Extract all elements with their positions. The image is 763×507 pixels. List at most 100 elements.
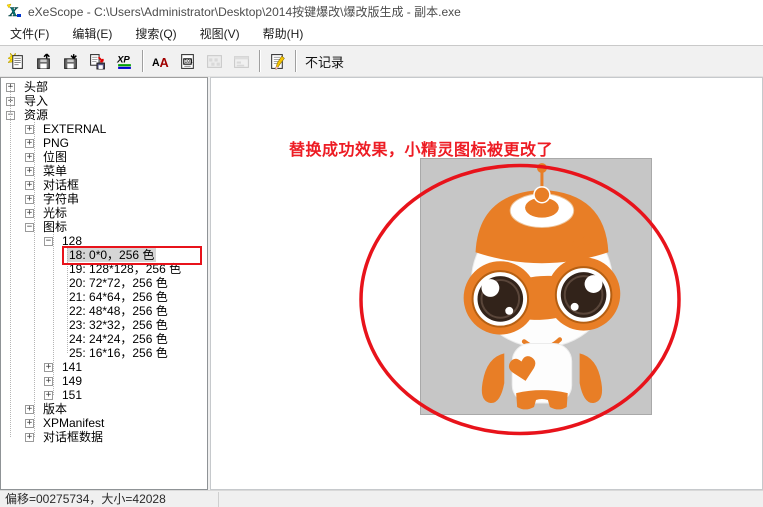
bitmap-view-icon: [203, 50, 225, 72]
tree-item-label[interactable]: 图标: [41, 220, 69, 234]
tree-line: [34, 122, 35, 437]
svg-text:X: X: [8, 4, 18, 19]
toolbar-separator: [295, 50, 297, 72]
annotation-text: 替换成功效果，小精灵图标被更改了: [289, 136, 553, 160]
title-bar: X eXeScope - C:\Users\Administrator\Desk…: [0, 0, 763, 22]
tree-row[interactable]: + EXTERNAL: [1, 122, 207, 136]
menu-item-0[interactable]: 文件(F): [6, 23, 53, 44]
tree-row[interactable]: 25: 16*16，256 色: [1, 346, 207, 360]
tree-row[interactable]: 21: 64*64，256 色: [1, 290, 207, 304]
tree-row[interactable]: +头部: [1, 80, 207, 94]
tree-item-label[interactable]: XPManifest: [41, 416, 106, 430]
tree-row[interactable]: +151: [1, 388, 207, 402]
tree-item-label[interactable]: 光标: [41, 206, 69, 220]
tree-item-label[interactable]: 23: 32*32，256 色: [67, 318, 170, 332]
binary-view-icon[interactable]: 101: [176, 50, 198, 72]
status-divider: [218, 492, 219, 507]
tree-item-label[interactable]: PNG: [41, 136, 71, 150]
exescope-window: X eXeScope - C:\Users\Administrator\Desk…: [0, 0, 763, 507]
expand-plus-icon[interactable]: +: [25, 153, 34, 162]
tree-item-label[interactable]: 25: 16*16，256 色: [67, 346, 170, 360]
expand-plus-icon[interactable]: +: [25, 195, 34, 204]
tree-item-label[interactable]: 149: [60, 374, 84, 388]
resource-tree-panel: +头部+导入−资源+EXTERNAL+PNG+位图+菜单+对话框+字符串+光标−…: [0, 77, 208, 490]
expand-plus-icon[interactable]: +: [25, 433, 34, 442]
tree-item-label[interactable]: 资源: [22, 108, 50, 122]
offset-size-status: 偏移=00275734，大小=42028: [5, 491, 166, 507]
tree-row[interactable]: + 版本: [1, 402, 207, 416]
tree-item-label[interactable]: 141: [60, 360, 84, 374]
tree-row[interactable]: + XPManifest: [1, 416, 207, 430]
expand-plus-icon[interactable]: +: [25, 181, 34, 190]
collapse-minus-icon[interactable]: −: [25, 223, 34, 232]
tree-line: [10, 87, 11, 437]
menu-item-3[interactable]: 视图(V): [196, 23, 244, 44]
expand-plus-icon[interactable]: +: [25, 405, 34, 414]
import-resource-icon[interactable]: [59, 50, 81, 72]
tree-row[interactable]: + 对话框数据: [1, 430, 207, 444]
tree-row[interactable]: 20: 72*72，256 色: [1, 276, 207, 290]
tree-item-label[interactable]: 菜单: [41, 164, 69, 178]
expand-plus-icon[interactable]: +: [25, 167, 34, 176]
tree-item-label[interactable]: 20: 72*72，256 色: [67, 276, 170, 290]
tree-row[interactable]: +149: [1, 374, 207, 388]
svg-text:101: 101: [184, 59, 193, 65]
toolbar-separator: [259, 50, 261, 72]
save-file-icon[interactable]: [86, 50, 108, 72]
expand-plus-icon[interactable]: +: [25, 125, 34, 134]
preview-panel: 替换成功效果，小精灵图标被更改了: [210, 77, 763, 490]
collapse-minus-icon[interactable]: −: [44, 237, 53, 246]
tree-row[interactable]: +导入: [1, 94, 207, 108]
robot-sprite-illustration: [421, 159, 651, 414]
menu-item-2[interactable]: 搜索(Q): [131, 23, 180, 44]
tree-row[interactable]: −图标: [1, 220, 207, 234]
log-icon[interactable]: [266, 50, 288, 72]
tree-row[interactable]: + 光标: [1, 206, 207, 220]
window-title: eXeScope - C:\Users\Administrator\Deskto…: [28, 3, 461, 20]
expand-plus-icon[interactable]: +: [44, 363, 53, 372]
tree-item-label[interactable]: 对话框: [41, 178, 81, 192]
tree-item-label[interactable]: 151: [60, 388, 84, 402]
expand-plus-icon[interactable]: +: [44, 377, 53, 386]
xp-manifest-icon[interactable]: XP: [113, 50, 135, 72]
tree-item-label[interactable]: 对话框数据: [41, 430, 105, 444]
tree-row[interactable]: + PNG: [1, 136, 207, 150]
tree-item-label[interactable]: 位图: [41, 150, 69, 164]
dialog-view-icon: [230, 50, 252, 72]
font-icon[interactable]: AA: [149, 50, 171, 72]
tree-row[interactable]: −资源: [1, 108, 207, 122]
tree-item-label[interactable]: 版本: [41, 402, 69, 416]
expand-plus-icon[interactable]: +: [25, 209, 34, 218]
tree-row[interactable]: +141: [1, 360, 207, 374]
tree-item-label[interactable]: 头部: [22, 80, 50, 94]
status-bar: 偏移=00275734，大小=42028: [0, 490, 763, 507]
tree-row[interactable]: 23: 32*32，256 色: [1, 318, 207, 332]
open-file-icon[interactable]: [5, 50, 27, 72]
expand-plus-icon[interactable]: +: [44, 391, 53, 400]
menu-item-1[interactable]: 编辑(E): [68, 23, 116, 44]
tree-row[interactable]: + 位图: [1, 150, 207, 164]
menu-item-4[interactable]: 帮助(H): [259, 23, 308, 44]
menu-bar: 文件(F) 编辑(E) 搜索(Q) 视图(V) 帮助(H): [0, 22, 763, 45]
tree-line: [53, 234, 54, 395]
expand-plus-icon[interactable]: +: [25, 419, 34, 428]
tree-item-label[interactable]: 21: 64*64，256 色: [67, 290, 170, 304]
svg-text:A: A: [159, 54, 168, 69]
tree-row[interactable]: 24: 24*24，256 色: [1, 332, 207, 346]
export-resource-icon[interactable]: [32, 50, 54, 72]
tree-row[interactable]: + 对话框: [1, 178, 207, 192]
tree-item-label[interactable]: 22: 48*48，256 色: [67, 304, 170, 318]
expand-plus-icon[interactable]: +: [25, 139, 34, 148]
record-mode-label: 不记录: [305, 52, 344, 71]
icon-preview-image: [420, 158, 652, 415]
tree-item-label[interactable]: EXTERNAL: [41, 122, 108, 136]
tree-row[interactable]: 22: 48*48，256 色: [1, 304, 207, 318]
tree-item-label[interactable]: 字符串: [41, 192, 81, 206]
red-highlight-rectangle: [62, 246, 202, 265]
svg-text:XP: XP: [116, 54, 130, 65]
tree-item-label[interactable]: 24: 24*24，256 色: [67, 332, 170, 346]
tree-row[interactable]: + 菜单: [1, 164, 207, 178]
tree-row[interactable]: + 字符串: [1, 192, 207, 206]
tree-item-label[interactable]: 导入: [22, 94, 50, 108]
toolbar: XP AA 101 不记录: [0, 45, 763, 77]
